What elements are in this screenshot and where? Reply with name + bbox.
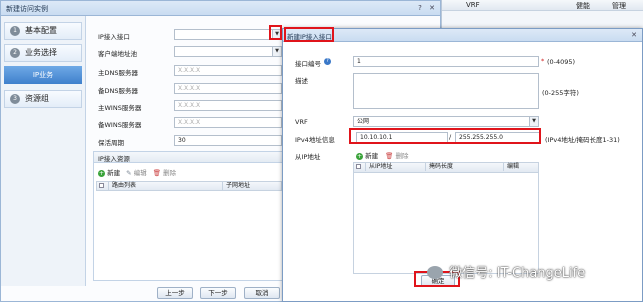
step-ip-service[interactable]: IP业务: [4, 66, 82, 84]
secondary-ip-toolbar: + 新建 🗑 删除: [356, 150, 409, 160]
resource-table-header: 路由列表 子网地址: [96, 181, 282, 191]
highlight-sub-dialog-title: [284, 27, 334, 42]
prev-button[interactable]: 上一步: [157, 287, 193, 299]
secondary-col-check: [354, 163, 366, 171]
trash-icon[interactable]: 🗑: [153, 169, 161, 177]
if-number-hint: (0-4095): [547, 58, 576, 66]
primary-dns-input[interactable]: X.X.X.X: [174, 65, 282, 76]
secondary-dns-input[interactable]: X.X.X.X: [174, 83, 282, 94]
step-number: 2: [10, 48, 20, 58]
keepalive-input[interactable]: 30: [174, 135, 282, 146]
secondary-col-mask: 掩码长度: [426, 163, 504, 171]
ip-resource-title: IP接入资源: [98, 155, 130, 163]
secondary-ip-delete-button[interactable]: 删除: [396, 152, 409, 160]
ip-access-if-label: IP接入接口: [98, 33, 130, 41]
bg-col-vrf: VRF: [466, 1, 480, 9]
main-dialog-title: 新建访问实例: [6, 5, 48, 13]
close-icon[interactable]: ✕: [631, 32, 637, 39]
ip-resource-panel: IP接入资源 + 新建 ✎ 编辑 🗑 删除 路由列表 子网地址: [93, 151, 285, 281]
vrf-value: 公网: [357, 118, 370, 125]
bg-col-mgmt: 管理: [612, 2, 626, 10]
chevron-down-icon[interactable]: ▼: [272, 47, 281, 56]
secondary-ip-table: 从IP地址 掩码长度 编辑: [353, 162, 539, 274]
if-number-label: 接口编号: [295, 60, 321, 68]
step-label: 资源组: [25, 94, 49, 103]
cancel-button[interactable]: 取消: [244, 287, 280, 299]
edit-icon[interactable]: ✎: [126, 169, 131, 177]
ipv4-label: IPv4地址信息: [295, 136, 335, 144]
select-all-checkbox[interactable]: [99, 183, 104, 188]
secondary-col-ip: 从IP地址: [366, 163, 426, 171]
vrf-label: VRF: [295, 118, 308, 126]
step-label: 基本配置: [25, 26, 57, 35]
keepalive-label: 保活周期: [98, 139, 124, 147]
trash-icon[interactable]: 🗑: [385, 152, 393, 160]
step-resource-group[interactable]: 3 资源组: [4, 90, 82, 108]
secondary-col-edit: 编辑: [507, 163, 520, 170]
bg-header: VRF 健能 管理: [442, 0, 643, 11]
main-dialog-titlebar[interactable]: 新建访问实例 ? ✕: [1, 1, 440, 16]
highlight-ipv4-info: [349, 128, 541, 144]
sub-dialog: 新建IP接入接口 ✕ 接口编号 ? 1 * (0-4095) 描述 (0-255…: [282, 28, 643, 302]
help-icon[interactable]: ?: [324, 58, 331, 65]
secondary-wins-label: 备WINS服务器: [98, 121, 142, 129]
client-pool-label: 客户端地址池: [98, 50, 137, 58]
resource-delete-button[interactable]: 删除: [163, 169, 176, 177]
next-button[interactable]: 下一步: [200, 287, 236, 299]
ip-resource-toolbar: + 新建 ✎ 编辑 🗑 删除: [98, 167, 176, 177]
description-hint: (0-255字符): [542, 89, 579, 97]
client-pool-select[interactable]: ▼: [174, 46, 282, 57]
secondary-ip-label: 从IP地址: [295, 153, 321, 161]
secondary-ip-new-button[interactable]: 新建: [365, 152, 378, 160]
resource-new-button[interactable]: 新建: [107, 169, 120, 177]
close-icon[interactable]: ✕: [429, 5, 435, 12]
step-basic-config[interactable]: 1 基本配置: [4, 22, 82, 40]
step-number: 3: [10, 94, 20, 104]
ipv4-hint: (IPv4地址/掩码长度1-31): [545, 136, 620, 144]
resource-edit-button[interactable]: 编辑: [134, 169, 147, 177]
step-service-select[interactable]: 2 业务选择: [4, 44, 82, 62]
bg-col-health: 健能: [576, 2, 590, 10]
resource-col-subnet: 子网地址: [226, 182, 251, 189]
sub-dialog-titlebar[interactable]: 新建IP接入接口 ✕: [283, 29, 642, 42]
resource-col-route: 路由列表: [109, 182, 223, 190]
required-mark: *: [541, 57, 545, 65]
step-label: 业务选择: [25, 48, 57, 57]
watermark-text: 微信号: IT-ChangeLife: [449, 266, 586, 281]
description-textarea[interactable]: [353, 73, 539, 109]
step-number: 1: [10, 26, 20, 36]
secondary-dns-label: 备DNS服务器: [98, 87, 138, 95]
highlight-dropdown-button: [269, 25, 282, 40]
secondary-ip-table-header: 从IP地址 掩码长度 编辑: [354, 163, 538, 173]
secondary-wins-input[interactable]: X.X.X.X: [174, 117, 282, 128]
ip-access-if-select[interactable]: ▼: [174, 29, 282, 40]
primary-wins-label: 主WINS服务器: [98, 104, 142, 112]
vrf-select[interactable]: 公网 ▼: [353, 116, 539, 127]
description-label: 描述: [295, 77, 308, 85]
resource-col-check: [97, 182, 109, 190]
chevron-down-icon[interactable]: ▼: [529, 117, 538, 126]
wechat-icon: [427, 266, 443, 279]
ip-resource-panel-header: IP接入资源: [94, 152, 284, 163]
select-all-checkbox[interactable]: [356, 164, 361, 169]
primary-dns-label: 主DNS服务器: [98, 69, 138, 77]
if-number-input[interactable]: 1: [353, 56, 539, 67]
add-icon[interactable]: +: [98, 170, 105, 177]
help-icon[interactable]: ?: [417, 5, 423, 12]
primary-wins-input[interactable]: X.X.X.X: [174, 100, 282, 111]
watermark: 微信号: IT-ChangeLife: [427, 262, 641, 282]
add-icon[interactable]: +: [356, 153, 363, 160]
wizard-sidebar: 1 基本配置 2 业务选择 IP业务 3 资源组: [1, 16, 86, 286]
